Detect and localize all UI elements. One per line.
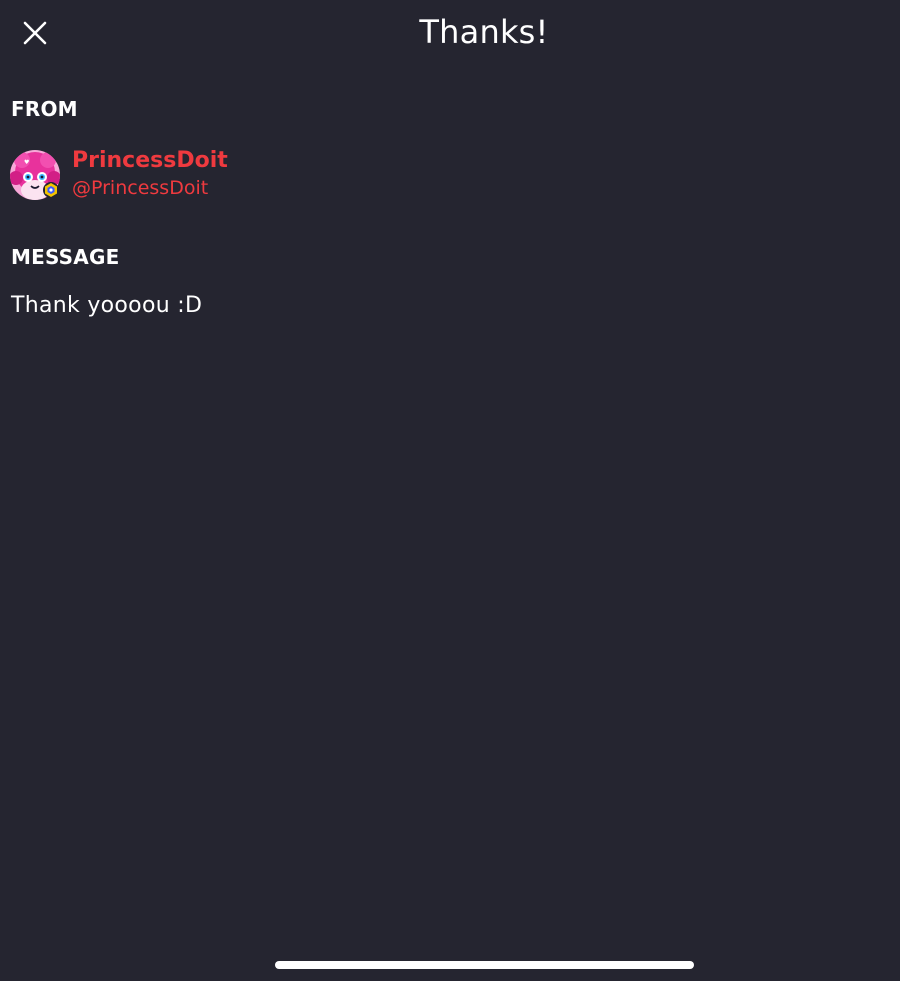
svg-text:♥: ♥ [24,159,29,166]
page-title: Thanks! [419,13,549,51]
top-bar: Thanks! [0,0,900,68]
sender-profile[interactable]: ♥ PrincessDoit @PrincessDoit [10,148,228,202]
message-body: Thank yoooou :D [11,293,203,318]
sender-handle[interactable]: @PrincessDoit [72,174,228,202]
avatar[interactable]: ♥ [10,150,60,200]
from-section-label: FROM [11,97,78,121]
sender-info: PrincessDoit @PrincessDoit [72,148,228,202]
avatar-icon: ♥ [10,150,60,200]
message-section-label: MESSAGE [11,245,120,269]
home-indicator[interactable] [275,961,694,969]
sender-name[interactable]: PrincessDoit [72,148,228,174]
